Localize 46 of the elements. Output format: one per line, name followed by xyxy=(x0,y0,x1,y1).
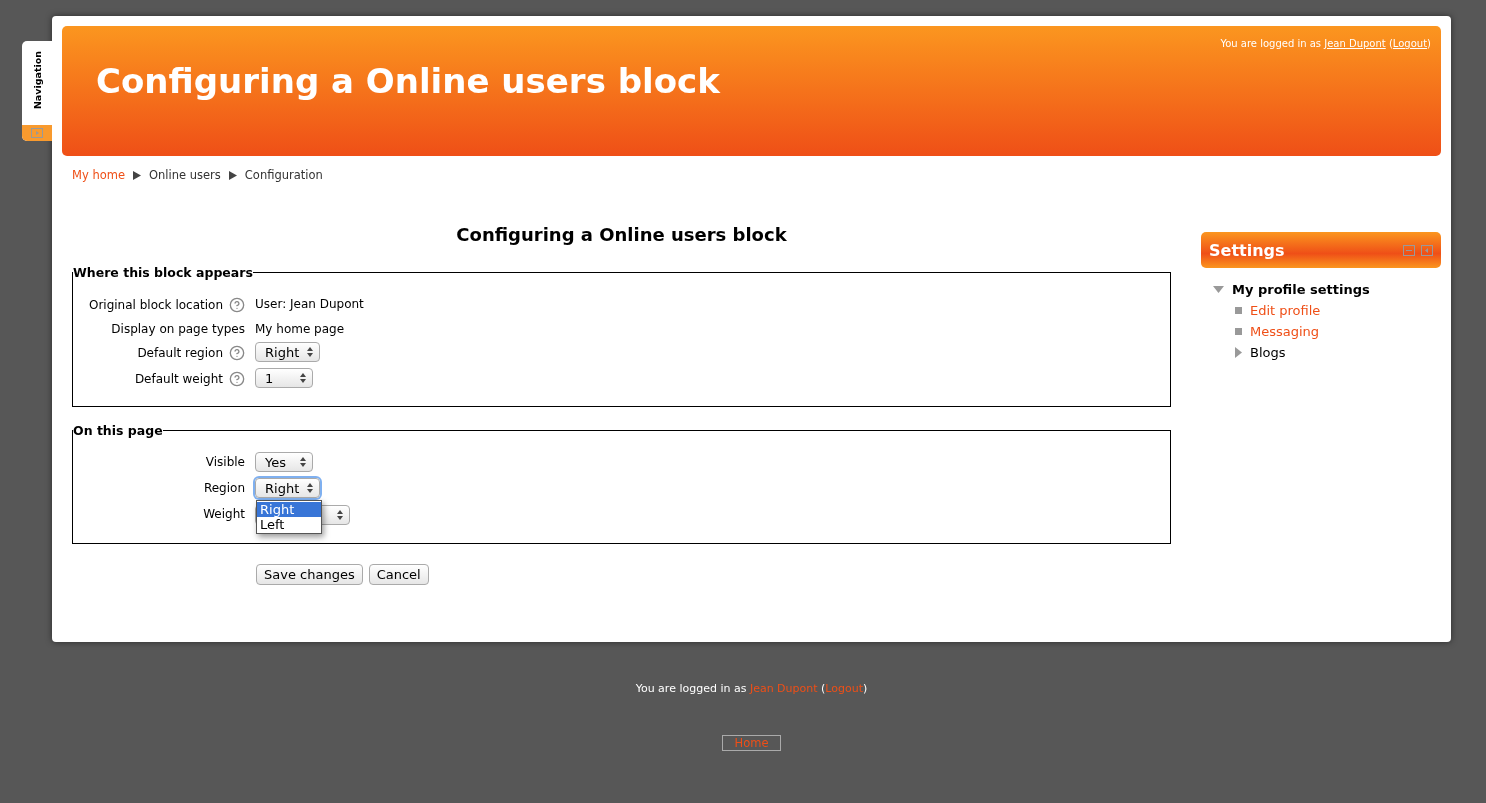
field-value: User: Jean Dupont xyxy=(255,296,365,311)
help-icon[interactable] xyxy=(229,297,245,313)
select-field[interactable]: 1 xyxy=(255,368,313,388)
form-fieldset: Where this block appears Original block location User: Jean Dupont Display on page types My home page Default region Right Default weight 1 xyxy=(72,265,1171,407)
navigation-tab[interactable]: Navigation xyxy=(22,41,52,141)
settings-item[interactable]: Blogs xyxy=(1250,345,1286,360)
login-info: You are logged in as Jean Dupont (Logout) xyxy=(635,682,868,695)
separator-icon xyxy=(133,170,141,180)
triangle-right-icon xyxy=(1235,347,1242,358)
settings-item[interactable]: My profile settings xyxy=(1232,282,1370,297)
breadcrumb-link[interactable]: My home xyxy=(72,168,125,182)
page-title: Configuring a Online users block xyxy=(96,61,721,101)
select-field[interactable]: Yes xyxy=(255,452,313,472)
help-icon[interactable] xyxy=(229,345,245,361)
select-field[interactable]: Right xyxy=(255,342,321,362)
breadcrumb-link[interactable]: Online users xyxy=(149,168,221,182)
form-fieldset: On this page Visible Yes Region Right Right Left Weight xyxy=(72,423,1171,544)
select-arrows-icon xyxy=(307,347,314,357)
field-label: Visible xyxy=(205,455,245,469)
select-arrows-icon xyxy=(300,373,306,383)
field-label: Display on page types xyxy=(111,322,245,336)
square-bullet-icon xyxy=(1235,328,1242,335)
settings-link[interactable]: Messaging xyxy=(1250,324,1320,339)
form-heading: Configuring a Online users block xyxy=(455,224,788,245)
settings-header: Settings xyxy=(1201,232,1441,268)
breadcrumb-link[interactable]: Configuration xyxy=(244,168,323,182)
field-label: Default region xyxy=(137,346,223,360)
login-info: You are logged in as Jean Dupont (Logout) xyxy=(1220,38,1431,49)
select-arrows-icon xyxy=(337,510,343,520)
separator-icon xyxy=(228,170,237,180)
select-arrows-icon xyxy=(300,457,306,467)
select-field[interactable]: Right xyxy=(255,478,321,498)
save-button[interactable]: Save changes xyxy=(256,564,363,585)
field-label: Default weight xyxy=(134,372,223,386)
field-label: Original block location xyxy=(88,298,223,312)
square-bullet-icon xyxy=(1235,307,1242,314)
field-value: My home page xyxy=(255,321,346,336)
triangle-down-icon[interactable] xyxy=(1213,285,1224,294)
settings-link[interactable]: Edit profile xyxy=(1250,303,1321,318)
field-label: Weight xyxy=(203,507,245,521)
dropdown-option[interactable]: Right xyxy=(257,502,321,517)
cancel-button[interactable]: Cancel xyxy=(368,564,429,585)
help-icon[interactable] xyxy=(229,371,245,387)
select-arrows-icon xyxy=(307,483,314,493)
field-label: Region xyxy=(203,481,245,495)
dropdown-option[interactable]: Left xyxy=(257,517,321,532)
